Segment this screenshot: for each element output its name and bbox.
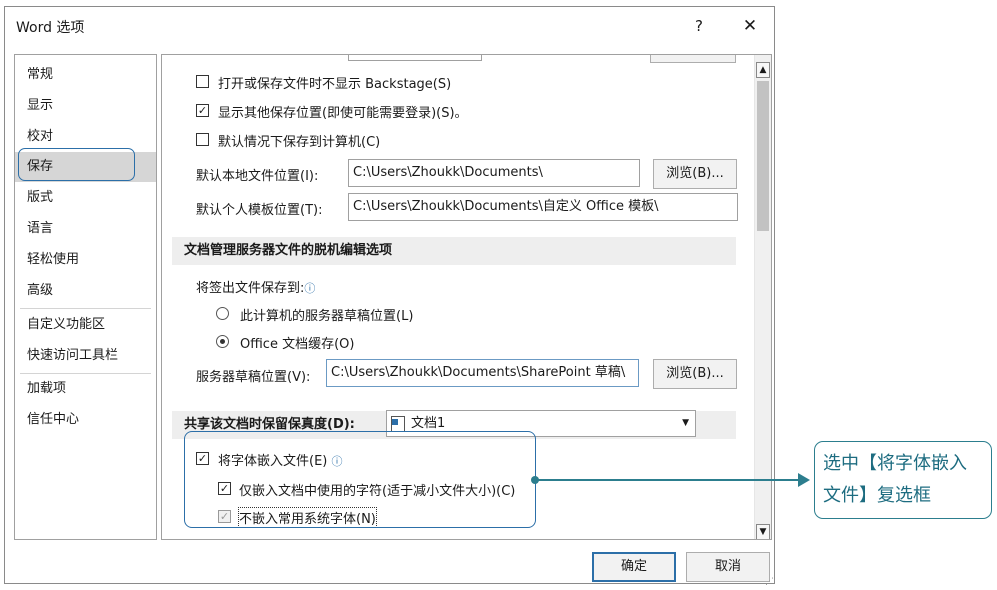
sidebar-item-language[interactable]: 语言 xyxy=(15,214,156,244)
partial-field-above xyxy=(348,55,482,61)
sidebar-item-quick-access-toolbar[interactable]: 快速访问工具栏 xyxy=(15,341,156,371)
template-path-input[interactable]: C:\Users\Zhoukk\Documents\自定义 Office 模板\ xyxy=(348,193,738,221)
sidebar-item-advanced[interactable]: 高级 xyxy=(15,276,156,306)
options-sidebar: 常规 显示 校对 保存 版式 语言 轻松使用 高级 自定义功能区 快速访问工具栏… xyxy=(14,54,157,540)
resize-grip-icon[interactable]: ⋰ xyxy=(765,577,774,587)
scroll-up-icon[interactable]: ▲ xyxy=(756,62,770,78)
sidebar-item-accessibility[interactable]: 轻松使用 xyxy=(15,245,156,275)
partial-button-above xyxy=(650,55,736,63)
local-path-input[interactable]: C:\Users\Zhoukk\Documents\ xyxy=(348,159,640,187)
sidebar-item-addins[interactable]: 加载项 xyxy=(15,374,156,404)
chevron-down-icon: ▼ xyxy=(682,418,689,428)
callout-annotation: 选中【将字体嵌入文件】复选框 xyxy=(814,441,992,519)
vertical-scrollbar[interactable]: ▲ ▼ xyxy=(754,55,771,539)
sidebar-item-general[interactable]: 常规 xyxy=(15,60,156,90)
word-options-dialog: Word 选项 ? ✕ 常规 显示 校对 保存 版式 语言 轻松使用 高级 自定… xyxy=(4,6,775,587)
ok-button[interactable]: 确定 xyxy=(592,552,676,582)
office-cache-label: Office 文档缓存(O) xyxy=(240,337,355,352)
sidebar-item-trust-center[interactable]: 信任中心 xyxy=(15,405,156,435)
callout-connector-line xyxy=(535,479,803,481)
checkout-label-text: 将签出文件保存到: xyxy=(196,281,305,296)
title-bar: Word 选项 ? ✕ xyxy=(5,7,774,45)
checkout-label: 将签出文件保存到:ⓘ xyxy=(196,277,315,296)
show-locations-label: 显示其他保存位置(即使可能需要登录)(S)。 xyxy=(218,106,468,121)
browse-draft-button[interactable]: 浏览(B)... xyxy=(653,359,737,389)
browse-local-button[interactable]: 浏览(B)... xyxy=(653,159,737,189)
local-path-label: 默认本地文件位置(I): xyxy=(196,169,319,184)
sidebar-divider xyxy=(20,308,151,309)
dialog-title: Word 选项 xyxy=(16,20,85,36)
document-icon xyxy=(391,415,405,432)
draft-location-label: 服务器草稿位置(V): xyxy=(196,370,311,385)
callout-arrow-icon xyxy=(798,473,810,487)
server-draft-label: 此计算机的服务器草稿位置(L) xyxy=(240,309,414,324)
default-local-checkbox[interactable] xyxy=(196,133,209,146)
fidelity-header-text: 共享该文档时保留保真度(D): xyxy=(184,417,355,432)
server-draft-radio[interactable] xyxy=(216,307,229,320)
sidebar-item-display[interactable]: 显示 xyxy=(15,91,156,121)
save-highlight-frame xyxy=(18,148,135,181)
cancel-button[interactable]: 取消 xyxy=(686,552,770,582)
show-locations-checkbox[interactable]: ✓ xyxy=(196,104,209,117)
close-button[interactable]: ✕ xyxy=(736,12,764,40)
scroll-down-icon[interactable]: ▼ xyxy=(756,524,770,539)
office-cache-radio[interactable] xyxy=(216,335,229,348)
document-select-value: 文档1 xyxy=(411,416,446,431)
help-button[interactable]: ? xyxy=(685,12,713,40)
no-backstage-checkbox[interactable] xyxy=(196,75,209,88)
sidebar-item-layout[interactable]: 版式 xyxy=(15,183,156,213)
offline-section-header: 文档管理服务器文件的脱机编辑选项 xyxy=(172,237,736,265)
template-path-label: 默认个人模板位置(T): xyxy=(196,203,323,218)
no-backstage-label: 打开或保存文件时不显示 Backstage(S) xyxy=(218,77,452,92)
scrollbar-thumb[interactable] xyxy=(757,81,769,231)
info-icon: ⓘ xyxy=(304,282,316,295)
embed-fonts-highlight-frame xyxy=(184,431,536,528)
draft-location-input[interactable]: C:\Users\Zhoukk\Documents\SharePoint 草稿\ xyxy=(326,359,639,387)
sidebar-item-customize-ribbon[interactable]: 自定义功能区 xyxy=(15,310,156,340)
default-local-label: 默认情况下保存到计算机(C) xyxy=(218,135,381,150)
